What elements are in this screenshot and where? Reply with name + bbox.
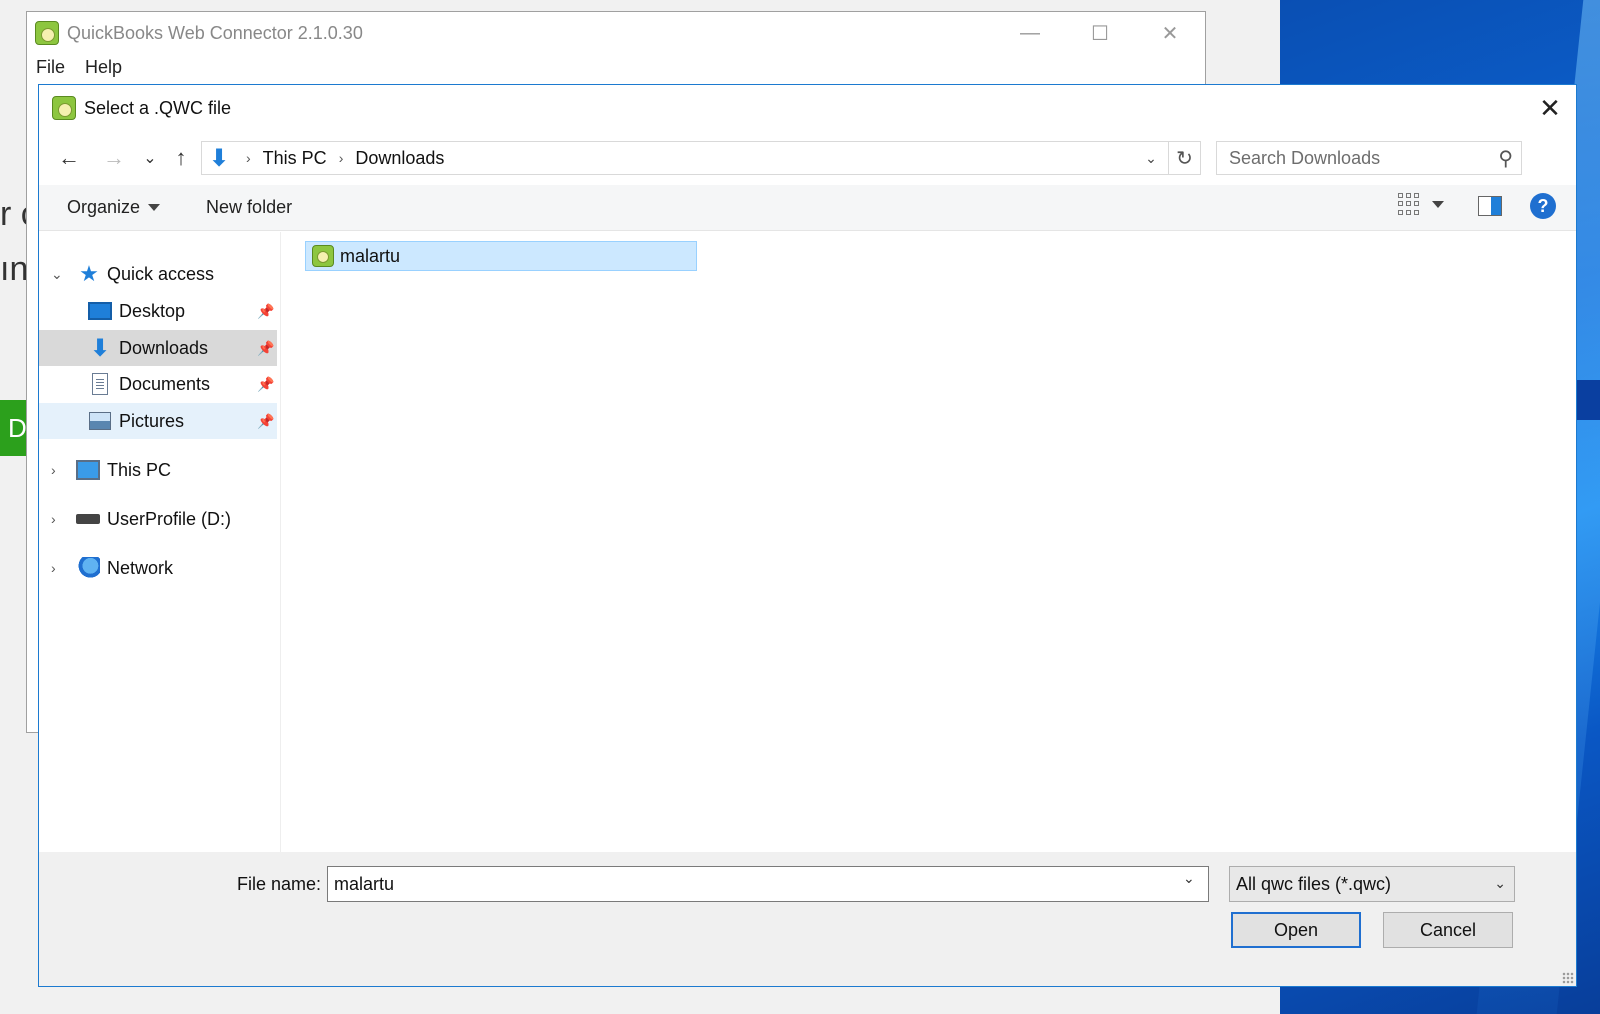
view-grid-icon xyxy=(1398,193,1420,215)
nav-user-profile-drive[interactable]: › UserProfile (D:) xyxy=(39,501,277,537)
nav-label: Documents xyxy=(119,373,211,394)
up-button[interactable]: ↑ xyxy=(166,143,196,173)
dialog-bottom-pane: File name: ⌄ All qwc files (*.qwc) ⌄ Ope… xyxy=(39,852,1576,986)
qb-menubar: File Help xyxy=(27,54,1205,80)
chevron-down-icon xyxy=(1432,200,1444,208)
computer-icon xyxy=(76,459,100,481)
expand-closed-icon[interactable]: › xyxy=(51,511,56,527)
maximize-button[interactable]: ☐ xyxy=(1065,12,1135,54)
chevron-down-icon: ⌄ xyxy=(1494,875,1506,891)
cancel-button[interactable]: Cancel xyxy=(1383,912,1513,948)
nav-quick-access[interactable]: ⌄ ★ Quick access xyxy=(39,256,277,292)
nav-label: UserProfile (D:) xyxy=(107,508,232,529)
open-button[interactable]: Open xyxy=(1231,912,1361,948)
file-name-input[interactable] xyxy=(327,866,1209,902)
breadcrumb-this-pc[interactable]: This PC xyxy=(263,148,327,169)
qb-window-title: QuickBooks Web Connector 2.1.0.30 xyxy=(67,22,363,43)
nav-item-pictures[interactable]: Pictures 📌 xyxy=(39,403,277,439)
quickbooks-logo-icon xyxy=(52,96,76,120)
menu-file[interactable]: File xyxy=(36,57,65,78)
change-view-button[interactable] xyxy=(1398,193,1444,215)
forward-button[interactable]: → xyxy=(99,143,129,173)
qwc-file-icon xyxy=(312,245,334,267)
nav-label: This PC xyxy=(107,459,172,480)
quickbooks-logo-icon xyxy=(35,21,59,45)
expand-closed-icon[interactable]: › xyxy=(51,462,56,478)
minimize-button[interactable]: — xyxy=(995,12,1065,54)
close-button[interactable]: ✕ xyxy=(1135,12,1205,54)
file-list: malartu xyxy=(282,232,1576,852)
nav-label: Downloads xyxy=(119,337,209,358)
pictures-icon xyxy=(88,410,112,432)
expand-open-icon[interactable]: ⌄ xyxy=(51,266,63,283)
nav-label: Network xyxy=(107,557,174,578)
command-toolbar: Organize New folder ? xyxy=(39,185,1576,231)
pin-icon: 📌 xyxy=(257,339,275,356)
nav-item-documents[interactable]: Documents 📌 xyxy=(39,366,277,402)
nav-item-downloads[interactable]: ⬇ Downloads 📌 xyxy=(39,330,277,366)
network-icon xyxy=(76,557,100,579)
navigation-row: ← → ⌄ ↑ ⬇ › This PC › Downloads ⌄ ↻ Sear… xyxy=(39,135,1576,181)
downloads-icon: ⬇ xyxy=(208,144,230,172)
menu-help[interactable]: Help xyxy=(85,57,122,78)
file-name-dropdown-icon[interactable]: ⌄ xyxy=(1183,870,1195,887)
dialog-titlebar: Select a .QWC file ✕ xyxy=(39,85,1576,131)
breadcrumb-downloads[interactable]: Downloads xyxy=(355,148,444,169)
organize-label: Organize xyxy=(67,197,141,217)
back-button[interactable]: ← xyxy=(54,143,84,173)
nav-label: Desktop xyxy=(119,300,186,321)
pin-icon: 📌 xyxy=(257,412,275,429)
help-icon[interactable]: ? xyxy=(1530,193,1556,219)
qb-titlebar: QuickBooks Web Connector 2.1.0.30 — ☐ ✕ xyxy=(27,12,1205,54)
pin-icon: 📌 xyxy=(257,302,275,319)
file-type-value: All qwc files (*.qwc) xyxy=(1236,873,1392,894)
downloads-icon: ⬇ xyxy=(89,334,111,362)
drive-icon xyxy=(76,508,100,530)
search-icon[interactable]: ⚲ xyxy=(1498,146,1513,171)
desktop-icon xyxy=(88,300,112,322)
navigation-pane: ⌄ ★ Quick access Desktop 📌 ⬇ Downloads 📌… xyxy=(39,232,281,852)
expand-closed-icon[interactable]: › xyxy=(51,560,56,576)
pin-icon: 📌 xyxy=(257,375,275,392)
quick-access-star-icon: ★ xyxy=(79,261,99,286)
nav-network[interactable]: › Network xyxy=(39,550,277,586)
dialog-close-button[interactable]: ✕ xyxy=(1528,87,1572,129)
file-name-label: File name: xyxy=(237,874,322,894)
select-qwc-dialog: Select a .QWC file ✕ ← → ⌄ ↑ ⬇ › This PC… xyxy=(38,84,1577,987)
nav-label: Pictures xyxy=(119,410,185,431)
file-item-name: malartu xyxy=(340,245,401,266)
documents-icon xyxy=(88,373,112,395)
nav-this-pc[interactable]: › This PC xyxy=(39,452,277,488)
search-placeholder: Search Downloads xyxy=(1229,147,1381,168)
organize-button[interactable]: Organize xyxy=(67,197,161,218)
address-bar[interactable]: ⬇ › This PC › Downloads ⌄ ↻ xyxy=(201,141,1201,175)
recent-locations-button[interactable]: ⌄ xyxy=(135,143,165,173)
background-text-2: ın xyxy=(0,250,29,288)
file-item[interactable]: malartu xyxy=(305,241,697,271)
search-input[interactable]: Search Downloads ⚲ xyxy=(1216,141,1522,175)
resize-grip-icon[interactable] xyxy=(1562,972,1574,984)
nav-item-desktop[interactable]: Desktop 📌 xyxy=(39,293,277,329)
nav-label: Quick access xyxy=(107,263,215,284)
file-type-select[interactable]: All qwc files (*.qwc) ⌄ xyxy=(1229,866,1515,902)
address-history-dropdown-icon[interactable]: ⌄ xyxy=(1136,142,1166,174)
breadcrumb-separator: › xyxy=(338,150,344,166)
dialog-title: Select a .QWC file xyxy=(84,97,232,118)
breadcrumb-separator: › xyxy=(246,150,251,166)
refresh-icon[interactable]: ↻ xyxy=(1168,142,1200,174)
preview-pane-icon[interactable] xyxy=(1478,196,1502,216)
new-folder-button[interactable]: New folder xyxy=(206,197,292,218)
chevron-down-icon xyxy=(148,204,161,211)
